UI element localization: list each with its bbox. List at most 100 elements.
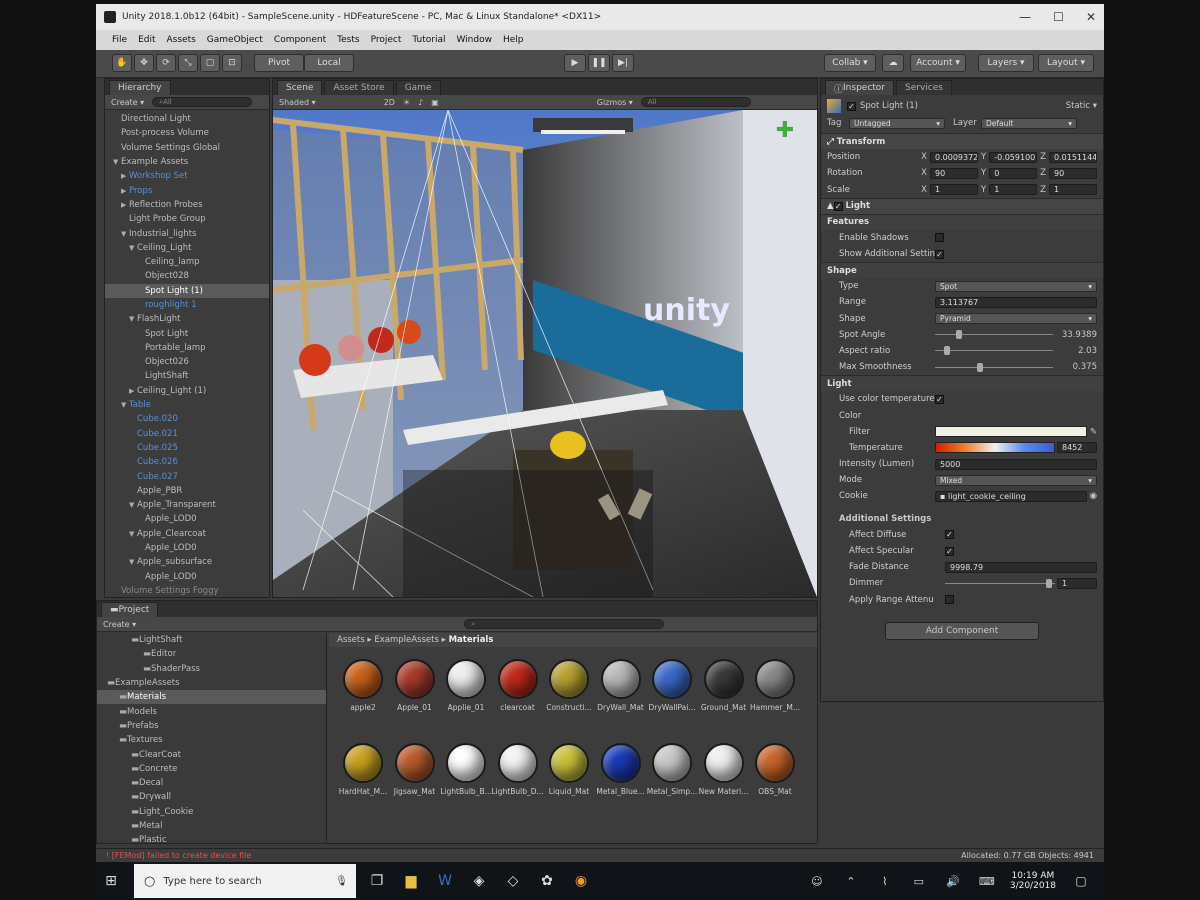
hierarchy-row[interactable]: Object026	[105, 355, 269, 369]
project-create-button[interactable]: Create ▾	[103, 620, 136, 629]
task-view-icon[interactable]: ❐	[366, 870, 388, 892]
fade-distance-field[interactable]: 9998.79	[945, 561, 1097, 573]
spot-angle-value[interactable]: 33.9389	[1053, 330, 1097, 340]
dimmer-slider[interactable]	[945, 578, 1055, 589]
project-search-input[interactable]: ⌕	[464, 619, 665, 629]
project-folder-item[interactable]: ▬ Drywall	[97, 790, 326, 804]
material-asset[interactable]: clearcoat	[492, 659, 544, 712]
step-button-icon[interactable]: ▶|	[612, 54, 634, 72]
hierarchy-row[interactable]: ▼ FlashLight	[105, 312, 269, 326]
type-dropdown[interactable]: Spot ▾	[935, 280, 1097, 292]
hierarchy-row[interactable]: ▼ Apple_subsurface	[105, 555, 269, 569]
scene-search-input[interactable]: All	[640, 97, 751, 107]
hierarchy-row[interactable]: Volume Settings Global	[105, 141, 269, 155]
enable-shadows-checkbox[interactable]	[935, 233, 944, 243]
tab-asset-store[interactable]: Asset Store	[324, 80, 394, 95]
material-asset[interactable]: DryWallPai...	[646, 659, 698, 712]
light-enabled-checkbox[interactable]: ✓	[833, 201, 843, 211]
shape-header[interactable]: Shape	[821, 262, 1103, 279]
tab-game[interactable]: Game	[395, 80, 441, 95]
hierarchy-row[interactable]: Cube.027	[105, 469, 269, 483]
menu-edit[interactable]: Edit	[138, 35, 155, 45]
play-button-icon[interactable]: ▶	[564, 54, 586, 72]
project-folder-item[interactable]: ▬ Prefabs	[97, 719, 326, 733]
tab-project[interactable]: ▬ Project	[101, 602, 159, 617]
taskbar-clock[interactable]: 10:19 AM 3/20/2018	[1010, 871, 1056, 891]
features-header[interactable]: Features	[821, 213, 1103, 230]
transform-y-field[interactable]: 0	[989, 167, 1038, 179]
project-folder-item[interactable]: ▬ Models	[97, 704, 326, 718]
collapsed-arrow-icon[interactable]: ▶	[121, 187, 129, 195]
lighting-toggle-icon[interactable]: ☀	[403, 98, 410, 107]
hierarchy-row[interactable]: Ceiling_lamp	[105, 255, 269, 269]
transform-tool-icon[interactable]: ⊡	[222, 54, 242, 72]
hierarchy-create-button[interactable]: Create ▾	[111, 98, 144, 107]
transform-z-field[interactable]: 1	[1049, 184, 1097, 196]
pivot-toggle[interactable]: Pivot	[254, 54, 304, 72]
audio-toggle-icon[interactable]: ♪	[418, 98, 423, 107]
console-error-message[interactable]: ! [FEMod] failed to create device file	[106, 851, 251, 860]
affect-specular-checkbox[interactable]: ✓	[945, 546, 954, 556]
transform-x-field[interactable]: 0.0009372	[930, 151, 978, 163]
scale-tool-icon[interactable]: ⤡	[178, 54, 198, 72]
local-toggle[interactable]: Local	[304, 54, 354, 72]
material-asset[interactable]: Applie_01	[440, 659, 492, 712]
hierarchy-row[interactable]: ▼ Example Assets	[105, 155, 269, 169]
hierarchy-row[interactable]: Volume Settings Foggy	[105, 584, 269, 597]
microphone-icon[interactable]: 🎙	[335, 876, 348, 887]
material-asset[interactable]: Apple_01	[389, 659, 441, 712]
close-button[interactable]: ✕	[1086, 10, 1096, 24]
hierarchy-row[interactable]: Object028	[105, 269, 269, 283]
hierarchy-row[interactable]: Post-process Volume	[105, 126, 269, 140]
project-folder-item[interactable]: ▬ Materials	[97, 690, 326, 705]
menu-help[interactable]: Help	[503, 35, 524, 45]
hierarchy-row[interactable]: ▶ Ceiling_Light (1)	[105, 384, 269, 398]
material-asset[interactable]: Ground_Mat	[698, 659, 750, 712]
affect-diffuse-checkbox[interactable]: ✓	[945, 530, 954, 540]
2d-toggle[interactable]: 2D	[384, 98, 395, 107]
expanded-arrow-icon[interactable]: ▼	[121, 230, 129, 238]
filter-color-swatch[interactable]	[935, 426, 1088, 438]
account-dropdown[interactable]: Account ▾	[910, 54, 966, 72]
rotate-tool-icon[interactable]: ⟳	[156, 54, 176, 72]
cookie-field[interactable]: ▪ light_cookie_ceiling	[935, 490, 1087, 502]
tab-scene[interactable]: Scene	[277, 80, 323, 95]
people-icon[interactable]: ☺	[806, 870, 828, 892]
hierarchy-row[interactable]: Apple_LOD0	[105, 570, 269, 584]
hierarchy-row[interactable]: roughlight 1	[105, 298, 269, 312]
show-additional-checkbox[interactable]: ✓	[935, 249, 944, 259]
pause-button-icon[interactable]: ❚❚	[588, 54, 610, 72]
hierarchy-row[interactable]: Apple_LOD0	[105, 512, 269, 526]
transform-y-field[interactable]: 1	[989, 184, 1038, 196]
expanded-arrow-icon[interactable]: ▼	[129, 501, 137, 509]
collapsed-arrow-icon[interactable]: ▶	[121, 201, 129, 209]
menu-assets[interactable]: Assets	[167, 35, 196, 45]
shape-dropdown[interactable]: Pyramid ▾	[935, 313, 1097, 325]
expanded-arrow-icon[interactable]: ▼	[129, 530, 137, 538]
object-picker-icon[interactable]: ◉	[1087, 491, 1097, 501]
tab-hierarchy[interactable]: Hierarchy	[109, 80, 171, 95]
spot-angle-slider[interactable]	[935, 329, 1053, 340]
hierarchy-search-input[interactable]: ⌕ All	[152, 97, 253, 107]
material-asset[interactable]: DryWall_Mat	[595, 659, 647, 712]
project-folder-item[interactable]: ▬ LightShaft	[97, 633, 326, 647]
hierarchy-row[interactable]: Light Probe Group	[105, 212, 269, 226]
project-folder-item[interactable]: ▬ Light_Cookie	[97, 805, 326, 819]
collab-button[interactable]: Collab ▾	[824, 54, 876, 72]
material-asset[interactable]: Constructi...	[543, 659, 595, 712]
hierarchy-row[interactable]: ▼ Industrial_lights	[105, 226, 269, 240]
hierarchy-row[interactable]: Apple_LOD0	[105, 541, 269, 555]
volume-icon[interactable]: 🔊	[942, 870, 964, 892]
hierarchy-row[interactable]: ▼ Apple_Transparent	[105, 498, 269, 512]
scene-gizmo[interactable]: ✚ ≡ Persp	[765, 120, 805, 180]
layer-dropdown[interactable]: Default ▾	[981, 117, 1077, 129]
menu-tutorial[interactable]: Tutorial	[412, 35, 445, 45]
project-folder-item[interactable]: ▬ Plastic	[97, 833, 326, 843]
app-icon[interactable]: ✿	[536, 870, 558, 892]
material-asset[interactable]: Metal_Blue...	[595, 743, 647, 796]
menu-tests[interactable]: Tests	[337, 35, 359, 45]
transform-header[interactable]: ⤢ Transform	[821, 133, 1103, 150]
breadcrumb-exampleassets[interactable]: ExampleAssets	[374, 635, 439, 645]
tag-dropdown[interactable]: Untagged ▾	[849, 117, 945, 129]
move-tool-icon[interactable]: ✥	[134, 54, 154, 72]
